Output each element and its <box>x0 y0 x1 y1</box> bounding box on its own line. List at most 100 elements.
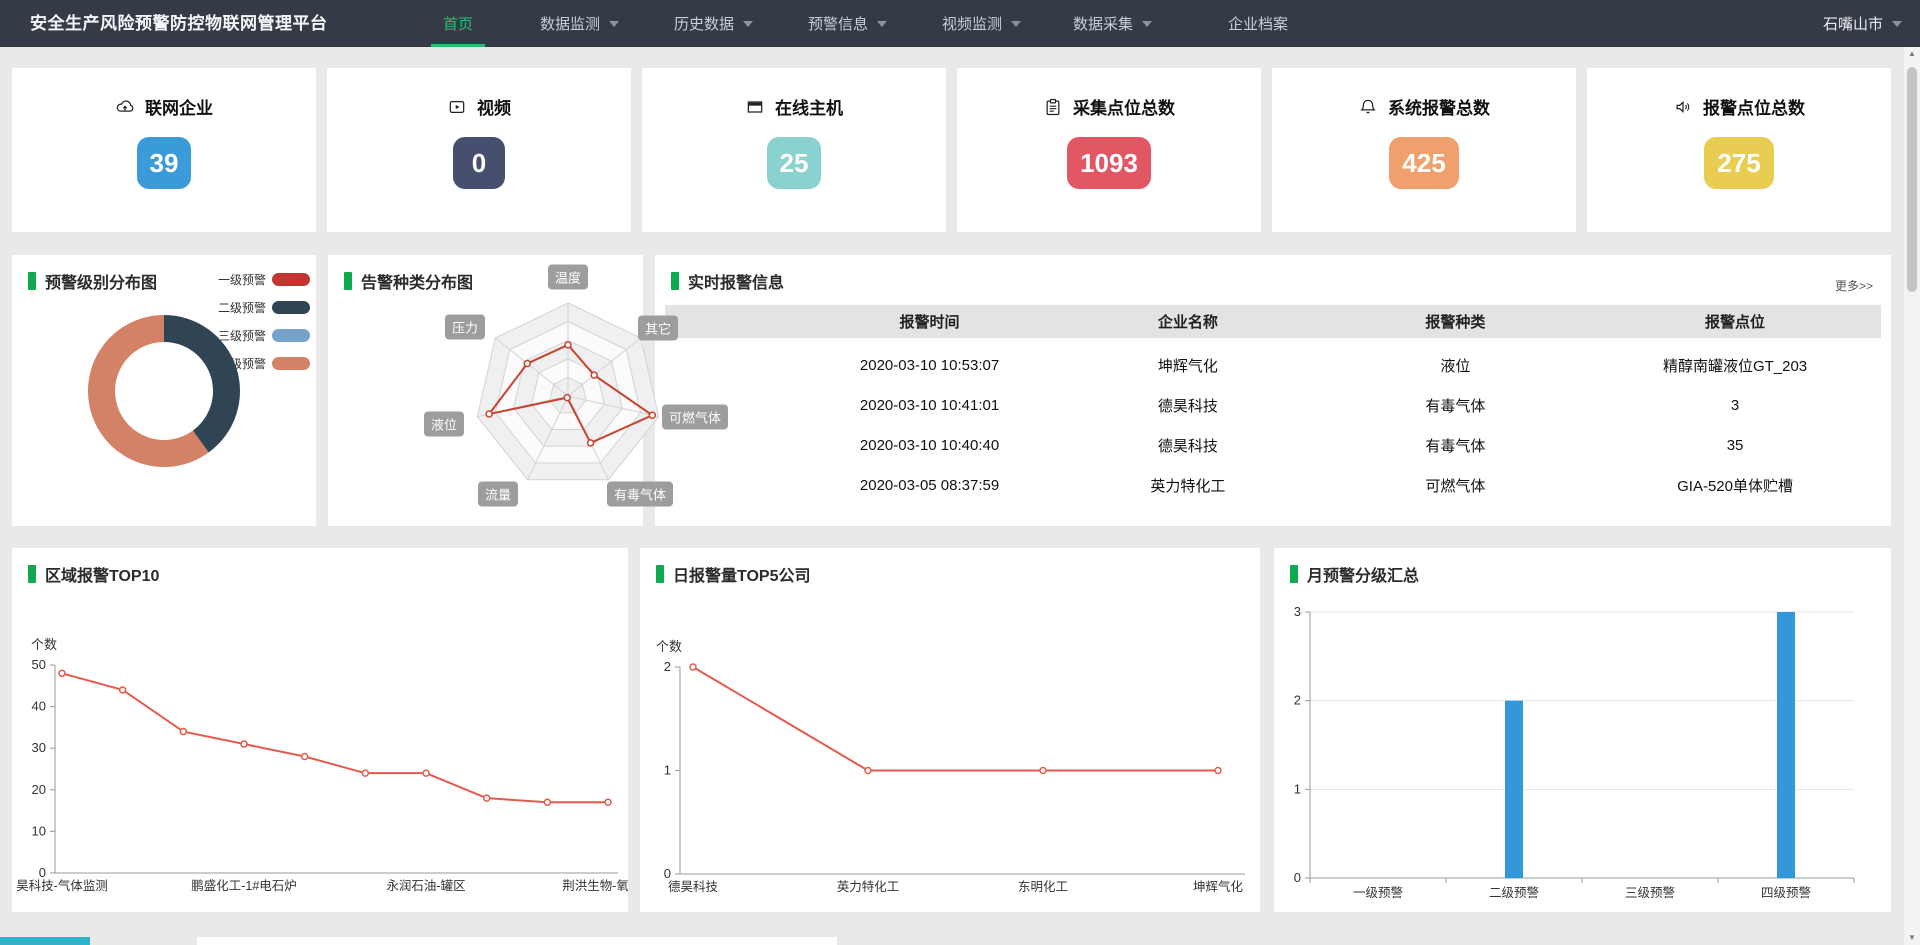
nav-item-data-monitoring[interactable]: 数据监测 <box>540 0 619 47</box>
alarm-col-header: 报警点位 <box>1589 311 1881 332</box>
alarm-row[interactable]: 2020-03-05 08:37:59英力特化工可燃气体GIA-520单体贮槽 <box>665 465 1881 505</box>
top-navbar: 安全生产风险预警防控物联网管理平台 首页 数据监测 历史数据 预警信息 视频监测 数据采集… <box>0 0 1920 47</box>
svg-text:50: 50 <box>32 657 46 672</box>
daily-top5-panel: 日报警量TOP5公司 012个数德昊科技英力特化工东明化工坤辉气化 <box>640 548 1260 912</box>
alarm-cell: 35 <box>1589 437 1881 454</box>
scrollbar-thumb[interactable] <box>1907 67 1917 292</box>
svg-text:个数: 个数 <box>656 639 682 654</box>
svg-text:0: 0 <box>664 866 671 881</box>
alarm-cell: 坤辉气化 <box>1054 355 1322 376</box>
svg-text:坤辉气化: 坤辉气化 <box>1193 879 1244 894</box>
alarm-row[interactable]: 2020-03-10 10:41:01德昊科技有毒气体3 <box>665 385 1881 425</box>
nav-item-data-collection[interactable]: 数据采集 <box>1073 0 1152 47</box>
radar-axis-label: 温度 <box>548 265 588 290</box>
stat-label: 视频 <box>477 94 511 119</box>
bottom-white-strip <box>197 937 837 945</box>
svg-text:40: 40 <box>32 699 46 714</box>
svg-text:永润石油-罐区: 永润石油-罐区 <box>386 879 465 893</box>
svg-text:0: 0 <box>39 865 46 880</box>
nav-item-label: 数据采集 <box>1073 13 1133 34</box>
svg-text:1: 1 <box>664 763 671 778</box>
chevron-down-icon <box>1142 21 1152 27</box>
svg-text:东明化工: 东明化工 <box>1018 880 1068 894</box>
alarm-table-body: 2020-03-10 10:53:07坤辉气化液位精醇南罐液位GT_203202… <box>665 345 1881 505</box>
scrollbar-up-arrow[interactable]: ▲ <box>1904 47 1920 61</box>
stat-label: 采集点位总数 <box>1073 94 1175 119</box>
nav-item-label: 企业档案 <box>1228 13 1288 34</box>
alarm-cell: 有毒气体 <box>1322 395 1590 416</box>
stat-card-alarm-points-total: 报警点位总数275 <box>1587 68 1891 232</box>
alarm-table-header: 报警时间企业名称报警种类报警点位 <box>665 305 1881 338</box>
alarm-type-radar-chart <box>328 255 758 526</box>
alarm-cell: 液位 <box>1322 355 1590 376</box>
svg-text:3: 3 <box>1294 604 1301 619</box>
svg-text:2: 2 <box>1294 693 1301 708</box>
nav-item-warning-info[interactable]: 预警信息 <box>808 0 887 47</box>
monitor-icon <box>745 97 765 117</box>
nav-item-label: 首页 <box>443 13 473 34</box>
svg-text:昊科技-气体监测: 昊科技-气体监测 <box>16 878 108 893</box>
stat-label: 系统报警总数 <box>1388 94 1490 119</box>
stat-card-system-alarms-total: 系统报警总数425 <box>1272 68 1576 232</box>
chevron-down-icon <box>743 21 753 27</box>
dashboard-page: 安全生产风险预警防控物联网管理平台 首页 数据监测 历史数据 预警信息 视频监测 数据采集… <box>0 0 1920 945</box>
svg-text:0: 0 <box>1294 870 1301 885</box>
stat-value-badge: 1093 <box>1067 137 1151 189</box>
svg-text:英力特化工: 英力特化工 <box>837 879 900 894</box>
video-icon <box>447 97 467 117</box>
scrollbar-down-arrow[interactable]: ▼ <box>1904 931 1920 945</box>
stat-card-head: 视频 <box>327 94 631 119</box>
stat-label: 在线主机 <box>775 94 843 119</box>
nav-item-home[interactable]: 首页 <box>443 0 473 47</box>
warning-level-donut-chart <box>12 255 316 526</box>
more-link[interactable]: 更多>> <box>1835 277 1873 294</box>
nav-item-history-data[interactable]: 历史数据 <box>674 0 753 47</box>
radar-axis-label: 有毒气体 <box>607 482 673 507</box>
vertical-scrollbar[interactable]: ▲ ▼ <box>1904 47 1920 945</box>
svg-text:二级预警: 二级预警 <box>1489 885 1539 900</box>
bottom-teal-strip <box>0 937 90 945</box>
alarm-cell: 可燃气体 <box>1322 475 1590 496</box>
alarm-cell: 英力特化工 <box>1054 475 1322 496</box>
svg-text:1: 1 <box>1294 781 1301 796</box>
cloud-upload-icon <box>115 97 135 117</box>
stat-value-badge: 39 <box>137 137 192 189</box>
region-selector[interactable]: 石嘴山市 <box>1823 0 1902 47</box>
stat-card-collection-points-total: 采集点位总数 1093 <box>957 68 1261 232</box>
nav-item-label: 历史数据 <box>674 13 734 34</box>
radar-axis-label: 压力 <box>445 315 485 340</box>
stat-card-head: 报警点位总数 <box>1587 94 1891 119</box>
nav-item-label: 视频监测 <box>942 13 1002 34</box>
alarm-col-header: 企业名称 <box>1054 311 1322 332</box>
radar-axis-label: 液位 <box>424 412 464 437</box>
svg-text:四级预警: 四级预警 <box>1761 885 1811 900</box>
alarm-cell: 德昊科技 <box>1054 395 1322 416</box>
svg-text:10: 10 <box>32 823 46 838</box>
chevron-down-icon <box>877 21 887 27</box>
alarm-cell: 德昊科技 <box>1054 435 1322 456</box>
monthly-summary-panel: 月预警分级汇总 0123一级预警二级预警三级预警四级预警 <box>1274 548 1891 912</box>
alarm-cell: 3 <box>1589 397 1881 414</box>
stat-card-head: 联网企业 <box>12 94 316 119</box>
stat-value-badge: 0 <box>453 137 505 189</box>
nav-item-video-monitoring[interactable]: 视频监测 <box>942 0 1021 47</box>
stat-card-head: 系统报警总数 <box>1272 94 1576 119</box>
svg-text:鹏盛化工-1#电石炉: 鹏盛化工-1#电石炉 <box>191 878 297 893</box>
nav-item-label: 数据监测 <box>540 13 600 34</box>
speaker-icon <box>1673 97 1693 117</box>
alarm-cell: GIA-520单体贮槽 <box>1589 475 1881 496</box>
svg-text:荆洪生物-氧化反: 荆洪生物-氧化反 <box>562 879 628 893</box>
svg-text:三级预警: 三级预警 <box>1625 885 1675 900</box>
chevron-down-icon <box>1011 21 1021 27</box>
alarm-row[interactable]: 2020-03-10 10:40:40德昊科技有毒气体35 <box>665 425 1881 465</box>
app-title: 安全生产风险预警防控物联网管理平台 <box>30 0 328 47</box>
nav-item-label: 预警信息 <box>808 13 868 34</box>
alarm-cell: 有毒气体 <box>1322 435 1590 456</box>
alarm-row[interactable]: 2020-03-10 10:53:07坤辉气化液位精醇南罐液位GT_203 <box>665 345 1881 385</box>
bell-icon <box>1358 97 1378 117</box>
nav-item-enterprise-archive[interactable]: 企业档案 <box>1228 0 1288 47</box>
region-top10-panel: 区域报警TOP10 01020304050个数昊科技-气体监测鹏盛化工-1#电石… <box>12 548 628 912</box>
monthly-summary-bar-chart: 0123一级预警二级预警三级预警四级预警 <box>1274 548 1891 912</box>
stat-label: 联网企业 <box>145 94 213 119</box>
daily-top5-line-chart: 012个数德昊科技英力特化工东明化工坤辉气化 <box>640 548 1260 912</box>
